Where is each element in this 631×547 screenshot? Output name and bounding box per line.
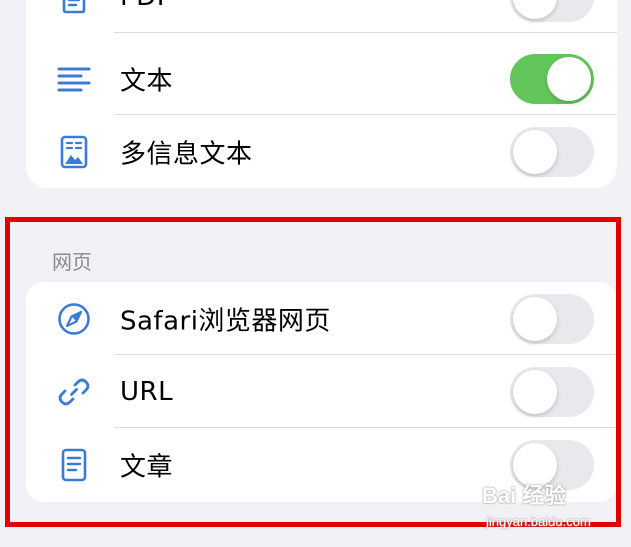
row-rich-text[interactable]: 多信息文本 bbox=[26, 115, 617, 188]
toggle-knob bbox=[513, 129, 557, 174]
pdf-document-icon bbox=[62, 0, 86, 13]
url-toggle[interactable] bbox=[510, 366, 594, 417]
text-toggle[interactable] bbox=[510, 53, 594, 104]
toggle-knob bbox=[513, 0, 557, 19]
pdf-toggle[interactable] bbox=[510, 0, 594, 22]
article-icon bbox=[61, 448, 87, 481]
row-label: 文本 bbox=[120, 66, 174, 96]
formats-card: PDF 文本 多信息文本 bbox=[26, 0, 617, 188]
row-article[interactable]: 文章 bbox=[26, 428, 617, 501]
row-label: 多信息文本 bbox=[120, 139, 253, 169]
toggle-knob bbox=[513, 296, 557, 341]
rich-text-toggle[interactable] bbox=[510, 126, 594, 177]
row-label: PDF bbox=[120, 0, 172, 12]
toggle-knob bbox=[513, 369, 557, 414]
row-label: URL bbox=[120, 376, 174, 407]
row-url[interactable]: URL bbox=[26, 355, 617, 428]
watermark-sub: jingyan.baidu.com bbox=[486, 514, 591, 529]
safari-toggle[interactable] bbox=[510, 293, 594, 344]
row-pdf[interactable]: PDF bbox=[26, 0, 617, 33]
toggle-knob bbox=[547, 56, 591, 101]
text-lines-icon bbox=[57, 67, 91, 91]
row-text[interactable]: 文本 bbox=[26, 42, 617, 115]
row-label: Safari浏览器网页 bbox=[120, 306, 331, 336]
web-card: Safari浏览器网页 URL 文章 bbox=[26, 282, 617, 502]
row-safari[interactable]: Safari浏览器网页 bbox=[26, 282, 617, 355]
rich-text-icon bbox=[60, 135, 88, 168]
safari-compass-icon bbox=[58, 302, 90, 335]
settings-screen: PDF 文本 多信息文本 bbox=[0, 0, 631, 547]
section-header-web: 网页 bbox=[52, 250, 92, 274]
article-toggle[interactable] bbox=[510, 439, 594, 490]
toggle-knob bbox=[513, 442, 557, 487]
row-divider bbox=[114, 32, 617, 33]
link-icon bbox=[58, 378, 90, 405]
row-label: 文章 bbox=[120, 452, 174, 482]
